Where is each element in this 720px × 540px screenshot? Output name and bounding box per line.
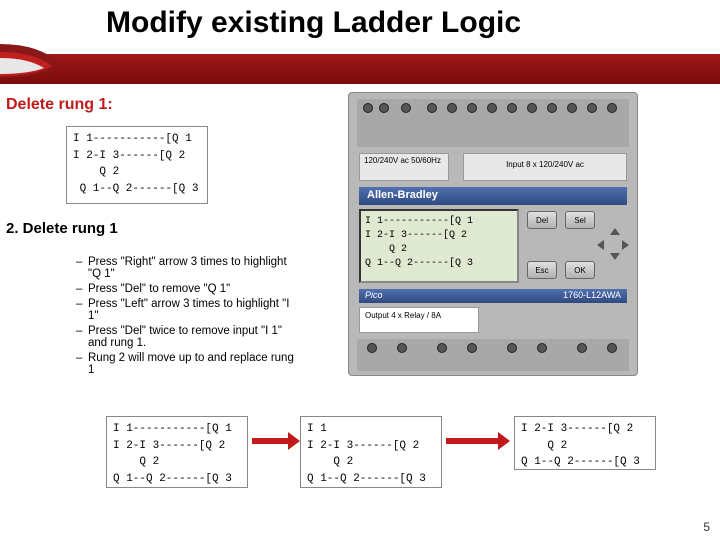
terminal-strip-top	[357, 99, 629, 147]
screw-icon	[397, 343, 407, 353]
screw-icon	[607, 343, 617, 353]
screw-icon	[427, 103, 437, 113]
screw-icon	[367, 343, 377, 353]
voltage-label: 120/240V ac 50/60Hz	[359, 153, 449, 181]
screw-icon	[587, 103, 597, 113]
screw-icon	[487, 103, 497, 113]
ladder-diagram-step3: I 2-I 3------[Q 2 Q 2 Q 1--Q 2------[Q 3	[514, 416, 656, 470]
model-strip: Pico 1760-L12AWA	[359, 289, 627, 303]
instruction-item: Press "Right" arrow 3 times to highlight…	[76, 256, 296, 280]
screw-icon	[547, 103, 557, 113]
page-number: 5	[703, 520, 710, 534]
logo-swirl-icon	[0, 44, 100, 90]
screw-icon	[379, 103, 389, 113]
arrow-right-icon	[446, 438, 500, 444]
instruction-item: Press "Del" twice to remove input "I 1" …	[76, 325, 296, 349]
screw-icon	[567, 103, 577, 113]
screw-icon	[537, 343, 547, 353]
terminal-strip-bottom	[357, 339, 629, 371]
ladder-diagram-original: I 1-----------[Q 1 I 2-I 3------[Q 2 Q 2…	[66, 126, 208, 204]
screw-icon	[437, 343, 447, 353]
screw-icon	[401, 103, 411, 113]
screw-icon	[447, 103, 457, 113]
screw-icon	[607, 103, 617, 113]
arrow-right-icon[interactable]	[622, 240, 629, 250]
screw-icon	[507, 343, 517, 353]
arrow-right-icon	[252, 438, 290, 444]
arrow-left-icon[interactable]	[597, 240, 604, 250]
section-heading-delete: Delete rung 1:	[6, 96, 113, 114]
model-brand: Pico	[365, 290, 383, 300]
screw-icon	[467, 343, 477, 353]
ladder-diagram-step2: I 1 I 2-I 3------[Q 2 Q 2 Q 1--Q 2------…	[300, 416, 442, 488]
ok-button[interactable]: OK	[565, 261, 595, 279]
dpad[interactable]	[597, 228, 629, 260]
instruction-list: Press "Right" arrow 3 times to highlight…	[36, 256, 296, 379]
arrow-up-icon[interactable]	[610, 228, 620, 235]
arrow-down-icon[interactable]	[610, 253, 620, 260]
step-heading: 2. Delete rung 1	[6, 220, 118, 237]
ladder-diagram-step1: I 1-----------[Q 1 I 2-I 3------[Q 2 Q 2…	[106, 416, 248, 488]
output-label: Output 4 x Relay / 8A	[359, 307, 479, 333]
plc-device-illustration: 120/240V ac 50/60Hz Input 8 x 120/240V a…	[348, 92, 638, 376]
title-band: Modify existing Ladder Logic	[0, 0, 720, 62]
screw-icon	[577, 343, 587, 353]
device-lcd-screen: I 1-----------[Q 1 I 2-I 3------[Q 2 Q 2…	[359, 209, 519, 283]
screw-icon	[467, 103, 477, 113]
input-label: Input 8 x 120/240V ac	[463, 153, 627, 181]
model-number: 1760-L12AWA	[563, 290, 621, 300]
instruction-item: Press "Del" to remove "Q 1"	[76, 283, 296, 295]
instruction-item: Rung 2 will move up to and replace rung …	[76, 352, 296, 376]
del-button[interactable]: Del	[527, 211, 557, 229]
brand-label: Allen-Bradley	[359, 187, 627, 205]
screw-icon	[507, 103, 517, 113]
title-red-band	[0, 54, 720, 84]
slide-title: Modify existing Ladder Logic	[106, 6, 521, 40]
screw-icon	[527, 103, 537, 113]
esc-button[interactable]: Esc	[527, 261, 557, 279]
sel-button[interactable]: Sel	[565, 211, 595, 229]
screw-icon	[363, 103, 373, 113]
instruction-item: Press "Left" arrow 3 times to highlight …	[76, 298, 296, 322]
